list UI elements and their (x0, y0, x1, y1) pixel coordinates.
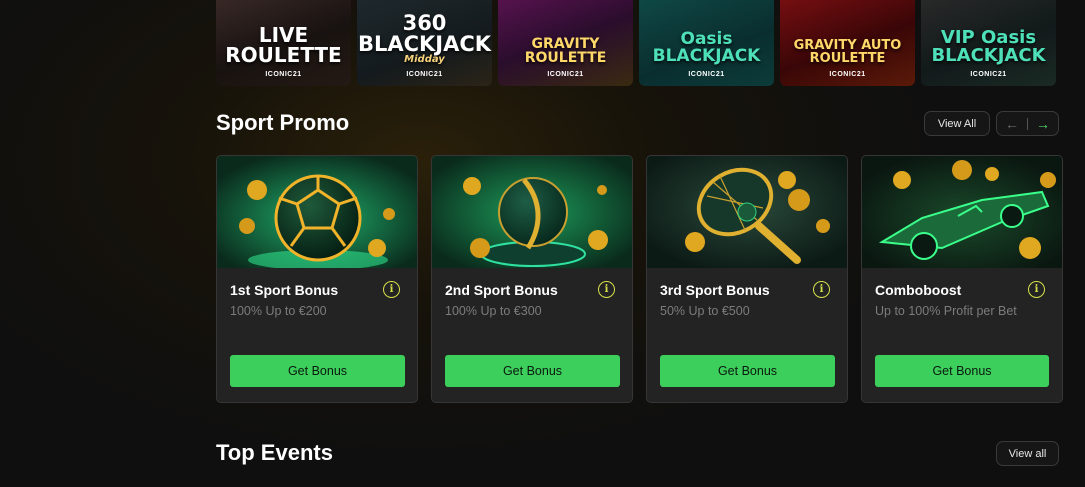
top-events-title: Top Events (216, 440, 333, 465)
arrow-left-icon[interactable]: ← (997, 116, 1027, 132)
game-tile-360-blackjack[interactable]: 360 BLACKJACK Midday ICONIC21 (357, 0, 492, 86)
game-tile-gravity-auto-roulette[interactable]: GRAVITY AUTO ROULETTE ICONIC21 (780, 0, 915, 86)
info-icon[interactable]: i (383, 281, 400, 298)
view-all-button[interactable]: View All (924, 111, 990, 136)
promo-card: 1st Sport Bonus i 100% Up to €200 Get Bo… (216, 155, 418, 403)
soccer-ball-coins-image (217, 156, 417, 268)
game-title: GRAVITY AUTO ROULETTE (793, 38, 902, 66)
game-tile-gravity-roulette[interactable]: GRAVITY ROULETTE ICONIC21 (498, 0, 633, 86)
tennis-racket-coins-image (647, 156, 847, 268)
get-bonus-button[interactable]: Get Bonus (230, 355, 405, 387)
baseball-coins-image (432, 156, 632, 268)
sport-promo-title: Sport Promo (216, 110, 350, 135)
provider-tag: ICONIC21 (406, 71, 443, 78)
game-subtitle: Midday (404, 54, 445, 65)
promo-card-list: 1st Sport Bonus i 100% Up to €200 Get Bo… (216, 155, 1063, 403)
game-title: GRAVITY ROULETTE (524, 36, 607, 66)
card-subtitle: 100% Up to €200 (230, 304, 327, 318)
game-tile-vip-oasis-blackjack[interactable]: VIP Oasis BLACKJACK ICONIC21 (921, 0, 1056, 86)
arrow-right-icon[interactable]: → (1028, 116, 1058, 132)
card-title: Comboboost (875, 282, 962, 298)
info-icon[interactable]: i (1028, 281, 1045, 298)
game-carousel: LIVE ROULETTE ICONIC21 360 BLACKJACK Midd… (216, 0, 1060, 86)
get-bonus-button[interactable]: Get Bonus (660, 355, 835, 387)
info-icon[interactable]: i (598, 281, 615, 298)
game-title: VIP Oasis BLACKJACK (931, 27, 1046, 66)
get-bonus-button[interactable]: Get Bonus (875, 355, 1049, 387)
provider-tag: ICONIC21 (265, 71, 302, 78)
card-subtitle: 50% Up to €500 (660, 304, 750, 318)
provider-tag: ICONIC21 (547, 71, 584, 78)
get-bonus-button[interactable]: Get Bonus (445, 355, 620, 387)
promo-card: 2nd Sport Bonus i 100% Up to €300 Get Bo… (431, 155, 633, 403)
provider-tag: ICONIC21 (829, 71, 866, 78)
card-title: 1st Sport Bonus (230, 282, 339, 298)
race-car-coins-image (862, 156, 1062, 268)
card-title: 3rd Sport Bonus (660, 282, 770, 298)
carousel-nav: ← → (996, 111, 1059, 136)
provider-tag: ICONIC21 (970, 71, 1007, 78)
game-tile-live-roulette[interactable]: LIVE ROULETTE ICONIC21 (216, 0, 351, 86)
game-title: Oasis BLACKJACK (652, 29, 761, 66)
view-all-button[interactable]: View all (996, 441, 1059, 466)
card-subtitle: Up to 100% Profit per Bet (875, 304, 1017, 318)
provider-tag: ICONIC21 (688, 71, 725, 78)
game-tile-oasis-blackjack[interactable]: Oasis BLACKJACK ICONIC21 (639, 0, 774, 86)
info-icon[interactable]: i (813, 281, 830, 298)
game-title: LIVE ROULETTE (225, 23, 342, 67)
card-subtitle: 100% Up to €300 (445, 304, 542, 318)
card-title: 2nd Sport Bonus (445, 282, 558, 298)
promo-card: 3rd Sport Bonus i 50% Up to €500 Get Bon… (646, 155, 848, 403)
game-title: 360 BLACKJACK Midday (357, 11, 492, 65)
promo-card: Comboboost i Up to 100% Profit per Bet G… (861, 155, 1063, 403)
